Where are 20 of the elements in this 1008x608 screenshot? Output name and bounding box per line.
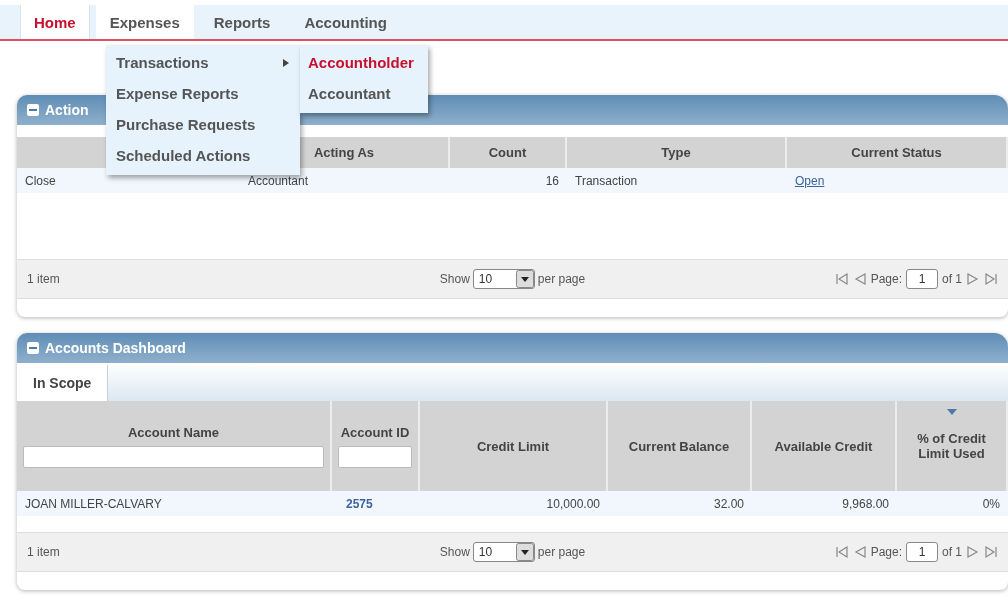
table-cell: 0%: [897, 491, 1008, 516]
page-total: of 1: [942, 545, 962, 559]
table-cell: Transaction: [567, 168, 787, 193]
per-page-label: per page: [537, 545, 586, 559]
panel-title: Action: [45, 102, 89, 118]
page-total: of 1: [942, 272, 962, 286]
table-cell: 9,968.00: [752, 491, 897, 516]
show-label: Show: [439, 272, 470, 286]
show-label: Show: [439, 545, 470, 559]
panel-title: Accounts Dashboard: [45, 340, 186, 356]
table-cell: 10,000.00: [420, 491, 608, 516]
page-label: Page:: [870, 272, 902, 286]
item-count: 1 item: [27, 272, 61, 286]
item-count: 1 item: [27, 545, 61, 559]
table-cell: 32.00: [608, 491, 752, 516]
table-cell: Accountant: [240, 168, 450, 193]
table-cell: 16: [450, 168, 567, 193]
table-cell: JOAN MILLER-CALVARY: [17, 491, 332, 516]
page-label: Page:: [870, 545, 902, 559]
per-page-label: per page: [537, 272, 586, 286]
